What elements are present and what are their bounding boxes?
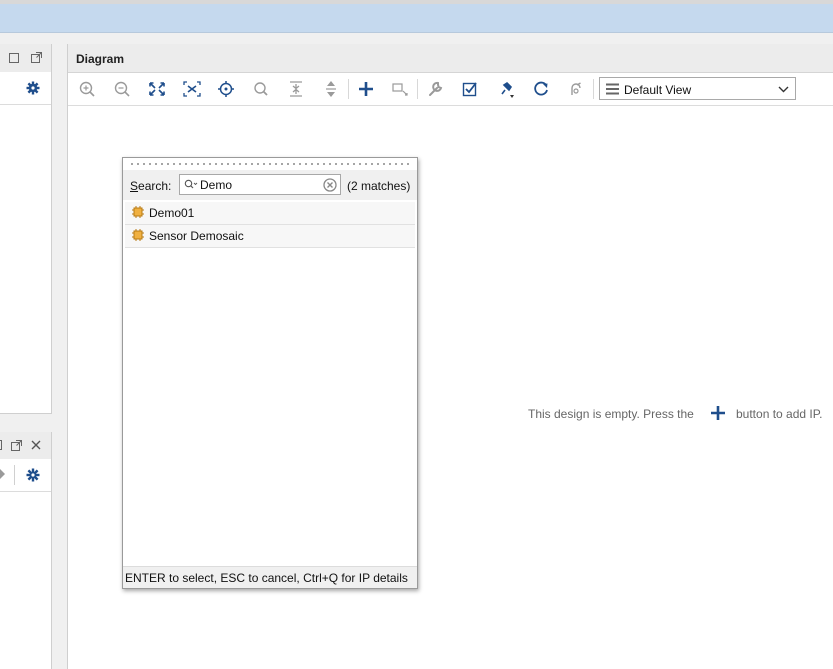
window-title-bar [0,0,833,33]
add-ip-icon[interactable] [355,79,377,99]
wrench-icon[interactable] [425,79,447,99]
gear-icon[interactable] [26,468,40,482]
refresh-icon[interactable] [530,79,552,99]
ip-core-icon [132,206,144,218]
maximize-icon[interactable] [9,53,19,63]
toolbar-separator [593,79,594,99]
search-label: Search: [130,179,172,193]
zoom-in-icon[interactable] [76,79,98,99]
regenerate-icon[interactable] [565,79,587,99]
search-icon[interactable] [250,79,272,99]
search-results-list: Demo01 Sensor Demosaic [125,202,415,248]
popup-footer: ENTER to select, ESC to cancel, Ctrl+Q f… [123,566,417,588]
search-box[interactable] [179,174,341,195]
add-ip-inline-icon[interactable] [710,405,726,421]
toolbar-separator [417,79,418,99]
view-selector-label: Default View [624,83,692,97]
toolbar-separator [14,465,15,485]
chevron-down-icon [778,86,789,93]
float-icon[interactable] [11,440,22,451]
minimize-icon[interactable] [0,440,6,451]
list-item[interactable]: Demo01 [125,202,415,225]
empty-design-message-prefix: This design is empty. Press the [528,407,694,421]
pin-icon[interactable] [495,79,517,99]
left-panel-top [0,44,52,414]
add-module-icon[interactable] [389,79,411,99]
validate-icon[interactable] [459,79,481,99]
match-count: (2 matches) [347,179,411,193]
left-panel-top-header [0,44,51,73]
list-item-label: Sensor Demosaic [149,229,244,243]
close-icon[interactable] [31,440,41,450]
center-icon[interactable] [215,79,237,99]
search-icon [184,179,198,189]
drag-handle[interactable] [129,162,413,166]
diagram-toolbar: Default View [68,73,833,106]
view-selector[interactable]: Default View [599,77,796,100]
expand-all-icon[interactable] [320,79,342,99]
ip-search-popup: Search: (2 matches) Demo01 Sensor Demosa… [122,157,418,589]
fit-selection-icon[interactable] [181,79,203,99]
left-panel-top-toolbar [0,72,51,105]
left-panel-bottom-header [0,432,51,460]
zoom-out-icon[interactable] [111,79,133,99]
search-row: Search: (2 matches) [123,170,417,200]
clear-search-icon[interactable] [323,178,337,192]
popup-hint: ENTER to select, ESC to cancel, Ctrl+Q f… [125,571,408,585]
arrow-right-icon[interactable] [0,469,6,479]
toolbar-separator [348,79,349,99]
collapse-all-icon[interactable] [285,79,307,99]
empty-design-message-suffix: button to add IP. [736,407,823,421]
gear-icon[interactable] [26,81,40,95]
ip-core-icon [132,229,144,241]
left-panel-bottom [0,432,52,669]
float-icon[interactable] [31,52,42,63]
search-input[interactable] [200,177,318,192]
diagram-title: Diagram [76,52,125,66]
left-panel-bottom-toolbar [0,459,51,492]
list-item-label: Demo01 [149,206,195,220]
list-icon [606,83,619,95]
diagram-header: Diagram [68,44,833,73]
list-item[interactable]: Sensor Demosaic [125,225,415,248]
zoom-fit-icon[interactable] [146,79,168,99]
